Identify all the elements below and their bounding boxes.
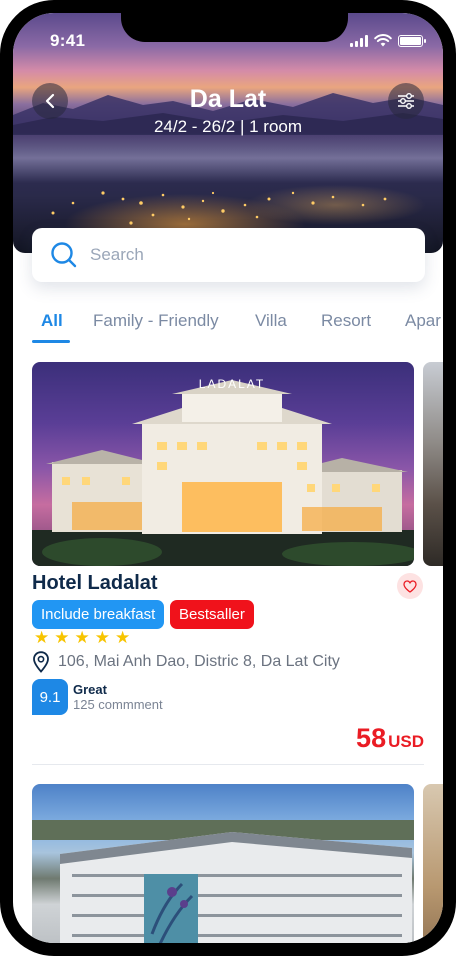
page-title: Da Lat [189,85,267,113]
price-amount: 58 [356,723,387,753]
price: 58 USD [356,723,424,754]
battery-icon [398,34,426,47]
search-input[interactable] [90,245,390,265]
favorite-button[interactable] [397,573,423,599]
status-time: 9:41 [50,31,86,50]
address-text: 106, Mai Anh Dao, Distric 8, Da Lat City [58,653,340,670]
price-currency: USD [388,732,424,751]
tab-apartment[interactable]: Apar [405,311,441,331]
location-pin-icon [33,651,49,673]
include-breakfast-badge: Include breakfast [32,600,165,629]
phone-frame: 9:41 Da Lat 24/2 - 26/2 | 1 room Search … [0,0,456,956]
next-hotel-image-peek-2[interactable] [423,784,443,943]
filter-button[interactable] [388,83,424,119]
star-icon: ★ [115,628,131,647]
heart-icon [403,579,417,593]
date-room-summary: 24/2 - 26/2 | 1 room [153,117,303,136]
wifi-icon [374,34,392,47]
hotel-address: 106, Mai Anh Dao, Distric 8, Da Lat City [32,651,340,673]
notch [121,13,348,42]
tab-all[interactable]: All [41,311,63,331]
star-icon: ★ [34,628,50,647]
star-icon: ★ [74,628,90,647]
category-tabs: All Family - Friendly Villa Resort Apar [13,311,443,345]
tab-family-friendly[interactable]: Family - Friendly [93,311,219,331]
search-icon [51,242,77,268]
tab-resort[interactable]: Resort [321,311,371,331]
star-icon: ★ [94,628,110,647]
active-tab-indicator [32,340,70,343]
bestseller-badge: Bestsaller [170,600,254,629]
hotel-building-illustration: LADALAT [32,377,414,566]
status-icons [350,34,426,47]
tab-villa[interactable]: Villa [255,311,287,331]
search-bar[interactable] [32,228,425,282]
card-divider [32,764,424,765]
review-score-badge: 9.1 [32,679,68,715]
star-rating: ★ ★ ★ ★ ★ [34,629,130,647]
hotel-name[interactable]: Hotel Ladalat [32,572,158,595]
hotel-image[interactable]: LADALAT [32,362,414,566]
hero-image: 9:41 Da Lat 24/2 - 26/2 | 1 room [13,13,443,253]
review-count[interactable]: 125 commment [73,697,163,712]
hotel-sign-text: LADALAT [199,377,265,391]
cellular-signal-icon [350,34,368,47]
hotel-image-2[interactable] [32,784,414,943]
filter-sliders-icon [398,93,414,109]
next-hotel-image-peek[interactable] [423,362,443,566]
rating-label: Great [73,682,107,697]
hotel-building-illustration-2 [32,820,414,943]
star-icon: ★ [54,628,70,647]
